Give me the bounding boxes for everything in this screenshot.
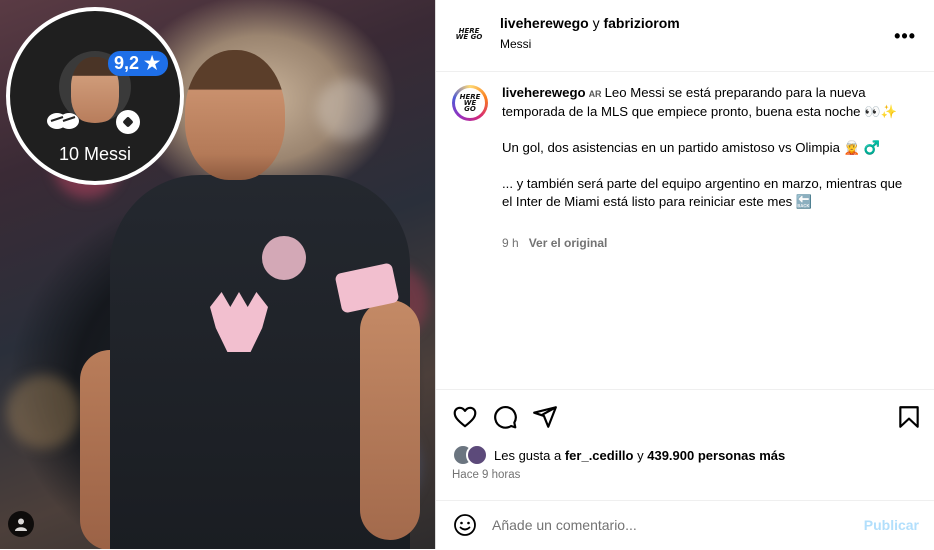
post-subtitle[interactable]: Messi [500, 37, 531, 51]
player-right-arm [360, 300, 420, 540]
caption-paragraph-2: Un gol, dos asistencias en un partido am… [502, 140, 881, 155]
coauthor-link[interactable]: fabriziorom [603, 15, 679, 31]
post-side-panel: HERE WE GO liveherewego y fabriziorom Me… [435, 0, 934, 549]
author-names: liveherewego y fabriziorom [500, 15, 680, 31]
heart-icon[interactable] [452, 404, 478, 430]
player-head [185, 50, 285, 180]
comment-box: Añade un comentario... Publicar [436, 500, 934, 550]
author-avatar[interactable]: HERE WE GO [452, 17, 486, 51]
likes-summary: Les gusta a fer_.cedillo y 439.900 perso… [452, 443, 785, 467]
tagged-user-icon[interactable] [8, 511, 34, 537]
publish-button[interactable]: Publicar [864, 517, 919, 533]
club-crest [262, 236, 306, 280]
likes-count-link[interactable]: 439.900 personas más [647, 448, 785, 463]
author-link[interactable]: liveherewego [500, 15, 589, 31]
caption-avatar: HERE WE GO [455, 88, 485, 118]
share-icon[interactable] [532, 404, 558, 430]
post-media[interactable]: 9,2 ★ 10 Messi [0, 0, 435, 549]
region-badge: AR [588, 89, 602, 99]
caption-paragraph-3: ... y también será parte del equipo arge… [502, 176, 903, 209]
post-dialog: 9,2 ★ 10 Messi HERE WE GO liveherewego y… [0, 0, 934, 549]
action-bar [436, 389, 934, 430]
comment-input[interactable]: Añade un comentario... [492, 517, 637, 533]
emoji-icon[interactable] [453, 513, 477, 537]
post-header: HERE WE GO liveherewego y fabriziorom Me… [436, 0, 934, 72]
player-rating-badge: 9,2 ★ 10 Messi [6, 7, 184, 185]
rating-score: 9,2 ★ [108, 51, 169, 76]
caption-meta: 9 h Ver el original [502, 236, 607, 250]
post-timestamp: Hace 9 horas [452, 469, 521, 481]
comment-icon[interactable] [492, 404, 518, 430]
caption-avatar-ring[interactable]: HERE WE GO [452, 85, 488, 121]
bookmark-icon[interactable] [896, 404, 922, 430]
player-label: 10 Messi [58, 144, 132, 164]
boot-icon [47, 113, 79, 129]
post-caption: liveherewego AR Leo Messi se está preparan… [502, 84, 912, 229]
liker-username[interactable]: fer_.cedillo [565, 448, 634, 463]
caption-username[interactable]: liveherewego [502, 85, 586, 100]
caption-time: 9 h [502, 236, 519, 250]
more-options-icon[interactable]: ••• [894, 26, 916, 47]
liker-avatar[interactable] [466, 444, 488, 466]
see-original-link[interactable]: Ver el original [529, 236, 608, 250]
ball-icon [116, 110, 140, 134]
